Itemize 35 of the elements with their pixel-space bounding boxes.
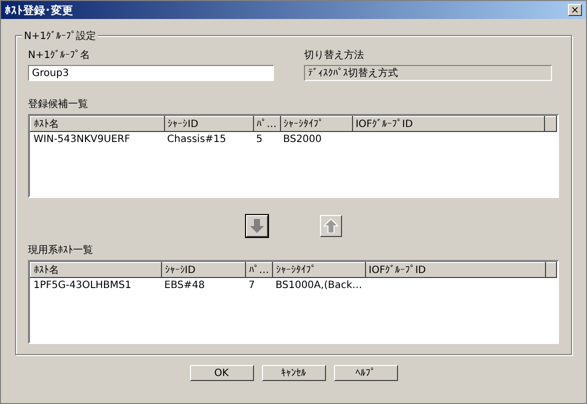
table-cell: BS1000A,(Back… [272, 278, 366, 293]
table-cell: 5 [253, 132, 280, 147]
column-header[interactable]: ﾎｽﾄ名 [30, 116, 164, 132]
column-header[interactable]: ﾎｽﾄ名 [30, 262, 162, 278]
window-title: ﾎｽﾄ登録･変更 [5, 2, 73, 18]
table-cell: 1PF5G-43OLHBMS1 [30, 278, 162, 293]
table-cell: WIN-543NKV9UERF [30, 132, 164, 147]
column-header[interactable]: ｼｬｰｼﾀｲﾌﾟ [280, 116, 352, 132]
host-list[interactable]: ﾎｽﾄ名 ｼｬｰｼID ﾊﾟ… ｼｬｰｼﾀｲﾌﾟ IOFｸﾞﾙｰﾌﾟID WIN-543NKV9UERF Chassis#15 5 BS2000 [28, 114, 559, 198]
list-title: 現用系ﾎｽﾄ一覧 [28, 244, 94, 257]
list-title: 登録候補一覧 [28, 98, 89, 111]
group-title: N+1ｸﾞﾙｰﾌﾟ設定 [22, 29, 98, 43]
close-button[interactable]: × [568, 4, 582, 16]
table-cell: BS2000 [280, 132, 352, 147]
column-header[interactable]: IOFｸﾞﾙｰﾌﾟID [365, 262, 546, 278]
host-list[interactable]: ﾎｽﾄ名 ｼｬｰｼID ﾊﾟ… ｼｬｰｼﾀｲﾌﾟ IOFｸﾞﾙｰﾌﾟID 1PF5G-43OLHBMS1 EBS#48 7 BS1000A,(Back… [28, 260, 559, 344]
up-arrow-icon [324, 219, 338, 233]
column-header[interactable]: ｼｬｰｼﾀｲﾌﾟ [272, 262, 366, 278]
group-name-field[interactable]: Group3 [28, 65, 274, 81]
move-button[interactable] [246, 215, 268, 237]
column-header[interactable]: IOFｸﾞﾙｰﾌﾟID [352, 116, 545, 132]
field-label: N+1ｸﾞﾙｰﾌﾟ名 [28, 48, 92, 62]
dialog-button[interactable]: ﾍﾙﾌﾟ [334, 365, 398, 381]
dialog-button[interactable]: ｷｬﾝｾﾙ [262, 365, 326, 381]
column-header[interactable]: ｼｬｰｼID [164, 116, 254, 132]
dialog-button[interactable]: OK [190, 365, 254, 381]
down-arrow-icon [250, 219, 264, 233]
field-label: 切り替え方法 [304, 48, 365, 62]
column-header[interactable]: ｼｬｰｼID [161, 262, 246, 278]
column-header[interactable]: ﾊﾟ… [253, 116, 280, 132]
switch-method-field[interactable]: ﾃﾞｨｽｸﾊﾟｽ切替え方式 [304, 65, 552, 81]
column-header[interactable]: ﾊﾟ… [245, 262, 272, 278]
table-cell: Chassis#15 [164, 132, 254, 147]
table-cell: 7 [245, 278, 272, 293]
table-cell: EBS#48 [161, 278, 246, 293]
